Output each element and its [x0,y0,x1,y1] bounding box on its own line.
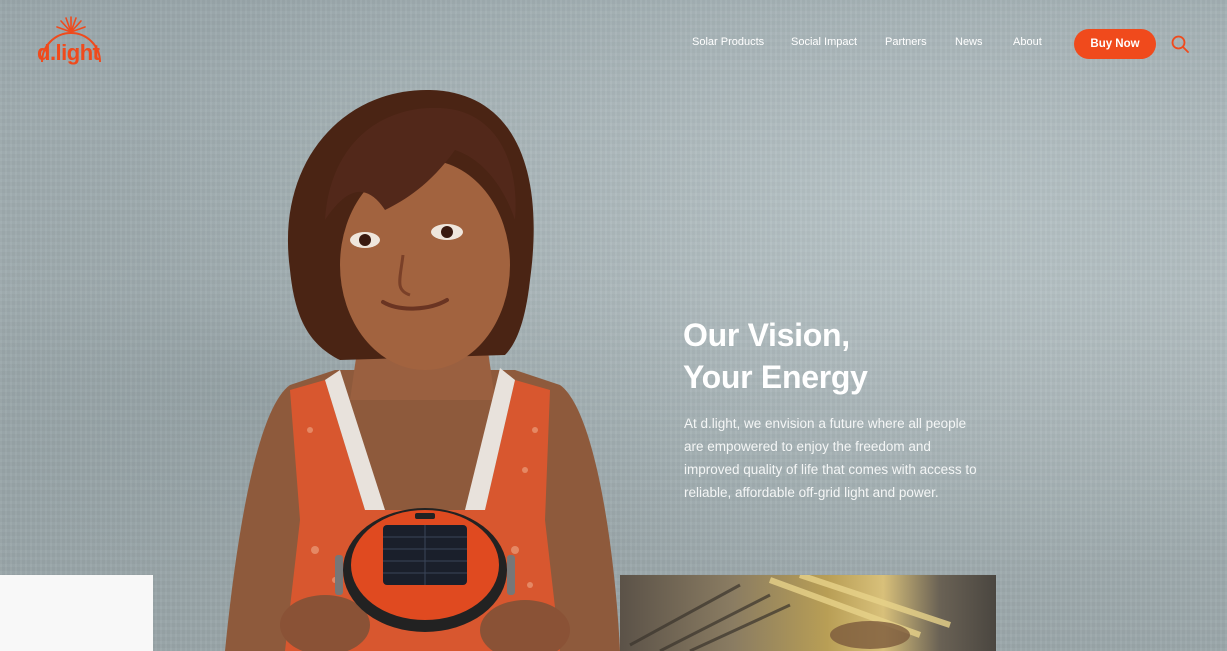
nav-about[interactable]: About [1013,36,1042,48]
hero-description: At d.light, we envision a future where a… [684,416,977,500]
nav-social-impact[interactable]: Social Impact [791,36,857,48]
hero-title-line1: Our Vision, [683,317,850,353]
content-card-left [0,575,153,651]
hero-photo-girl-with-solar-lantern [225,89,620,651]
dlight-logo[interactable]: d.light [36,16,106,68]
buy-now-button[interactable]: Buy Now [1074,29,1156,59]
nav-news[interactable]: News [955,36,983,48]
hero-title-line2: Your Energy [683,359,868,395]
thumbnail-photo [629,575,951,651]
logo-text: d.light [37,40,100,65]
nav-solar-products[interactable]: Solar Products [692,36,764,48]
nav-partners[interactable]: Partners [885,36,927,48]
content-card-photo[interactable] [620,575,996,651]
hero-title: Our Vision, Your Energy [683,314,1003,398]
search-icon[interactable] [1171,35,1189,53]
